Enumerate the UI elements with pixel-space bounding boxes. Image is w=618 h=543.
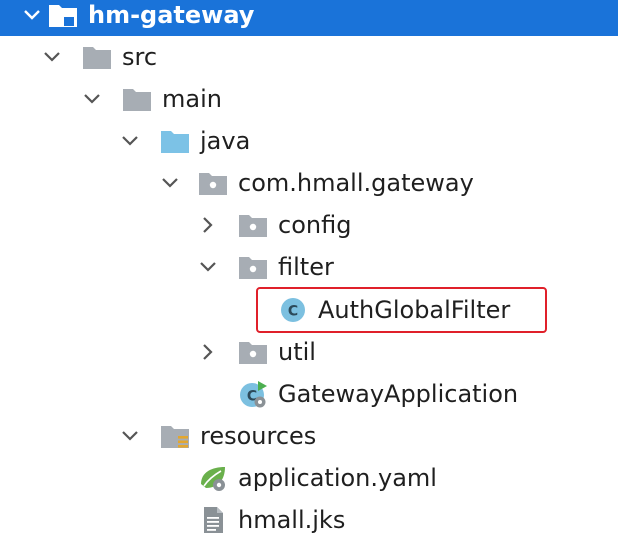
chevron-down-icon[interactable] — [120, 131, 140, 151]
tree-item-label: hmall.jks — [238, 506, 346, 534]
tree-item-package[interactable]: com.hmall.gateway — [0, 162, 618, 204]
tree-item-java[interactable]: java — [0, 120, 618, 162]
tree-item-label: util — [278, 338, 316, 366]
package-icon — [239, 342, 267, 364]
chevron-down-icon[interactable] — [198, 257, 218, 277]
resources-folder-icon — [161, 426, 189, 448]
chevron-right-icon[interactable] — [198, 342, 218, 362]
project-tree: hm-gateway src main java com.hmall.gatew… — [0, 0, 618, 543]
tree-item-label: config — [278, 211, 352, 239]
tree-item-label: GatewayApplication — [278, 380, 519, 408]
source-folder-icon — [161, 131, 189, 153]
tree-item-label: src — [122, 43, 158, 71]
tree-item-label: java — [200, 127, 251, 155]
module-folder-icon — [49, 5, 77, 27]
folder-icon — [123, 89, 151, 111]
tree-item-label: com.hmall.gateway — [238, 169, 474, 197]
tree-item-label: application.yaml — [238, 464, 437, 492]
tree-item-config[interactable]: config — [0, 204, 618, 246]
spring-config-icon — [201, 467, 225, 491]
chevron-right-icon[interactable] — [198, 215, 218, 235]
tree-item-util[interactable]: util — [0, 331, 618, 373]
tree-item-main[interactable]: main — [0, 78, 618, 120]
chevron-down-icon[interactable] — [42, 47, 62, 67]
package-icon — [239, 215, 267, 237]
folder-icon — [83, 47, 111, 69]
tree-item-label: filter — [278, 253, 334, 281]
tree-item-label: resources — [200, 422, 317, 450]
tree-item-src[interactable]: src — [0, 36, 618, 78]
tree-item-resources[interactable]: resources — [0, 415, 618, 457]
chevron-down-icon[interactable] — [22, 5, 42, 25]
package-icon — [239, 257, 267, 279]
highlight-annotation — [256, 287, 547, 333]
tree-item-hmall-jks[interactable]: hmall.jks — [0, 499, 618, 541]
tree-item-label: main — [162, 85, 222, 113]
tree-item-filter[interactable]: filter — [0, 246, 618, 288]
chevron-down-icon[interactable] — [120, 426, 140, 446]
tree-item-gateway-application[interactable]: C GatewayApplication — [0, 373, 618, 415]
chevron-down-icon[interactable] — [82, 89, 102, 109]
tree-item-hm-gateway[interactable]: hm-gateway — [0, 0, 618, 36]
spring-boot-class-icon: C — [240, 381, 267, 408]
tree-item-application-yaml[interactable]: application.yaml — [0, 457, 618, 499]
package-icon — [199, 173, 227, 195]
chevron-down-icon[interactable] — [160, 173, 180, 193]
tree-item-label: hm-gateway — [88, 1, 255, 29]
text-file-icon — [204, 507, 223, 533]
